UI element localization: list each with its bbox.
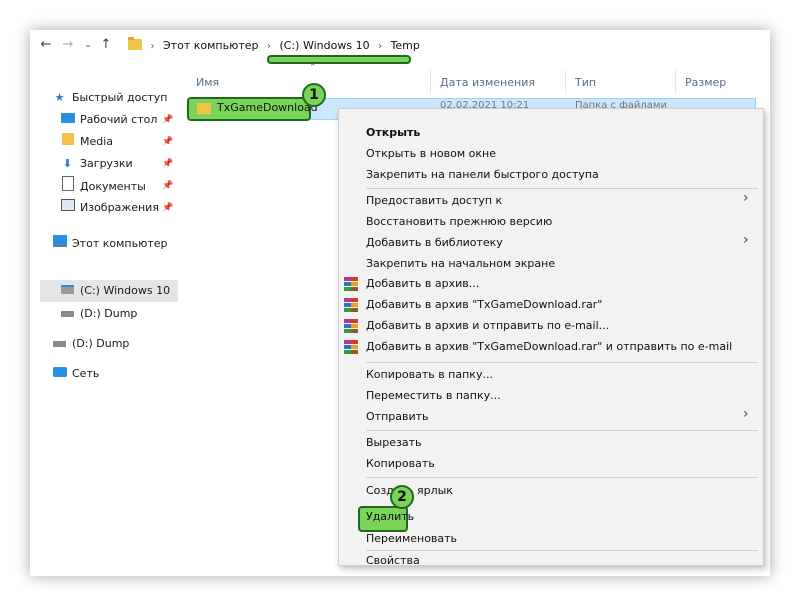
menu-item-send-to[interactable]: Отправить	[366, 407, 429, 427]
explorer-window: ← → ⌄ ↑ › Этот компьютер › (C:) Windows …	[30, 30, 770, 576]
breadcrumb-temp[interactable]: Temp	[391, 39, 420, 52]
windows-drive-icon	[60, 281, 75, 301]
menu-item-pin-quick-access[interactable]: Закрепить на панели быстрого доступа	[366, 165, 599, 185]
file-name-highlight[interactable]: TxGameDownload	[187, 97, 318, 121]
menu-item-rename[interactable]: Переименовать	[366, 529, 457, 549]
column-header-type[interactable]: Тип	[575, 76, 596, 89]
network-icon	[52, 364, 67, 384]
menu-separator	[366, 188, 758, 189]
column-header-size[interactable]: Размер	[685, 76, 726, 89]
menu-item-properties[interactable]: Свойства	[366, 550, 420, 567]
desktop-icon	[60, 110, 75, 130]
menu-separator	[366, 477, 758, 478]
menu-item-add-archive[interactable]: Добавить в архив...	[366, 274, 479, 294]
sidebar-item-drive-d[interactable]: (D:) Dump	[60, 304, 137, 324]
sidebar-item-downloads[interactable]: ⬇ Загрузки	[60, 154, 133, 174]
chevron-right-icon: ›	[743, 406, 749, 422]
sidebar-item-quick-access[interactable]: ★ Быстрый доступ	[52, 88, 168, 108]
column-divider[interactable]	[675, 70, 676, 94]
folder-icon	[60, 132, 75, 152]
menu-item-delete[interactable]: Удалить	[366, 507, 414, 527]
recent-chevron-down-icon[interactable]: ⌄	[80, 36, 96, 54]
drive-icon	[60, 304, 75, 324]
drive-icon	[52, 334, 67, 354]
navigation-bar: ← → ⌄ ↑ › Этот компьютер › (C:) Windows …	[30, 30, 770, 64]
chevron-right-icon: ›	[378, 41, 383, 52]
menu-item-add-archive-email[interactable]: Добавить в архив и отправить по e-mail..…	[366, 316, 609, 336]
sidebar-item-images[interactable]: Изображения	[60, 198, 159, 218]
winrar-icon	[344, 319, 358, 333]
pin-icon[interactable]: 📌	[162, 159, 173, 169]
winrar-icon	[344, 340, 358, 354]
navigation-pane: ★ Быстрый доступ Рабочий стол 📌 Media 📌 ⬇…	[30, 62, 178, 576]
pin-icon[interactable]: 📌	[162, 115, 173, 125]
column-header-date[interactable]: Дата изменения	[440, 76, 535, 89]
column-header-name[interactable]: Имя	[196, 76, 219, 89]
sidebar-item-documents[interactable]: Документы	[60, 176, 146, 196]
menu-item-add-library[interactable]: Добавить в библиотеку	[366, 233, 503, 253]
sidebar-item-network[interactable]: Сеть	[52, 364, 99, 384]
image-icon	[60, 198, 75, 218]
menu-item-copy[interactable]: Копировать	[366, 454, 435, 474]
folder-icon	[197, 103, 211, 114]
address-bar[interactable]: › Этот компьютер › (C:) Windows 10 › Tem…	[128, 36, 420, 56]
sidebar-item-this-pc[interactable]: Этот компьютер	[52, 234, 168, 254]
breadcrumb-this-pc[interactable]: Этот компьютер	[163, 39, 259, 52]
document-icon	[60, 176, 75, 198]
back-arrow-icon[interactable]: ←	[38, 36, 54, 54]
menu-item-cut[interactable]: Вырезать	[366, 433, 421, 453]
menu-item-add-archive-rar[interactable]: Добавить в архив "TxGameDownload.rar"	[366, 295, 602, 315]
star-icon: ★	[54, 91, 65, 104]
sidebar-item-drive-c[interactable]: (C:) Windows 10	[60, 281, 170, 301]
address-highlight	[267, 55, 411, 64]
chevron-right-icon: ›	[267, 41, 271, 52]
folder-icon	[128, 37, 142, 50]
menu-separator	[366, 430, 758, 431]
breadcrumb-drive-c[interactable]: (C:) Windows 10	[280, 39, 370, 52]
sort-up-chevron-icon: ⌃	[309, 63, 317, 73]
menu-separator	[366, 550, 758, 551]
menu-item-add-archive-rar-email[interactable]: Добавить в архив "TxGameDownload.rar" и …	[366, 337, 732, 357]
menu-separator	[366, 362, 758, 363]
winrar-icon	[344, 277, 358, 291]
computer-icon	[52, 234, 67, 254]
sidebar-item-media[interactable]: Media	[60, 132, 113, 152]
chevron-right-icon: ›	[743, 232, 749, 248]
file-name: TxGameDownload	[217, 101, 318, 114]
menu-item-open-new-window[interactable]: Открыть в новом окне	[366, 144, 496, 164]
menu-item-restore[interactable]: Восстановить прежнюю версию	[366, 212, 552, 232]
menu-item-pin-start[interactable]: Закрепить на начальном экране	[366, 254, 555, 274]
menu-item-share[interactable]: Предоставить доступ к	[366, 191, 502, 211]
download-arrow-icon: ⬇	[62, 157, 73, 170]
chevron-right-icon: ›	[743, 190, 749, 206]
context-menu: Открыть Открыть в новом окне Закрепить н…	[338, 108, 764, 567]
pin-icon[interactable]: 📌	[162, 181, 173, 191]
column-divider[interactable]	[430, 70, 431, 94]
chevron-right-icon: ›	[150, 41, 155, 52]
pin-icon[interactable]: 📌	[162, 203, 173, 213]
pin-icon[interactable]: 📌	[162, 137, 173, 147]
menu-item-move-to[interactable]: Переместить в папку...	[366, 386, 501, 406]
winrar-icon	[344, 298, 358, 312]
step-badge-2: 2	[390, 485, 414, 509]
up-arrow-icon[interactable]: ↑	[98, 36, 114, 54]
menu-item-copy-to[interactable]: Копировать в папку...	[366, 365, 493, 385]
step-badge-1: 1	[302, 83, 326, 107]
forward-arrow-icon[interactable]: →	[60, 36, 76, 54]
menu-item-open[interactable]: Открыть	[366, 123, 420, 143]
sidebar-item-drive-d-root[interactable]: (D:) Dump	[52, 334, 129, 354]
sidebar-item-desktop[interactable]: Рабочий стол	[60, 110, 157, 130]
column-divider[interactable]	[565, 70, 566, 94]
